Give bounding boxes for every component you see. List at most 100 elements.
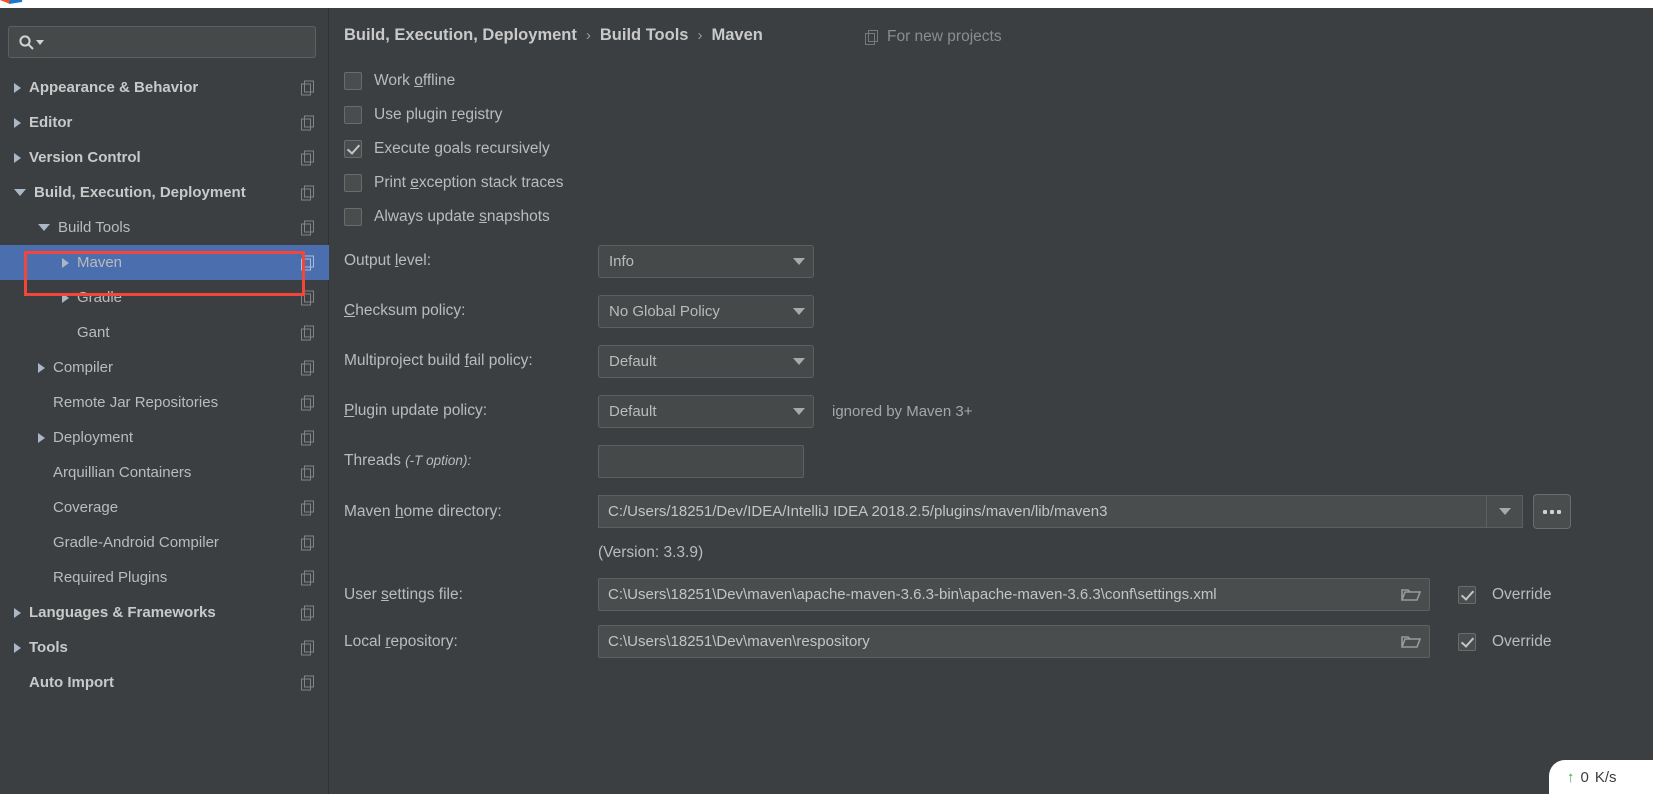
chevron-down-icon[interactable] xyxy=(793,357,805,365)
local-repository-override-wrap[interactable]: Override xyxy=(1458,632,1551,651)
multiproject-fail-policy-select[interactable]: Default xyxy=(598,344,814,378)
tree-spacer-icon xyxy=(38,507,45,508)
folder-icon[interactable] xyxy=(1401,634,1421,650)
print-exception-stack-traces-row[interactable]: Print exception stack traces xyxy=(344,166,564,200)
copy-settings-icon[interactable] xyxy=(301,465,315,480)
sidebar-item-required-plugins[interactable]: Required Plugins xyxy=(0,560,329,595)
work-offline-checkbox[interactable] xyxy=(344,72,362,90)
chevron-right-icon[interactable] xyxy=(14,152,21,163)
maven-home-directory-input[interactable]: C:/Users/18251/Dev/IDEA/IntelliJ IDEA 20… xyxy=(598,495,1486,528)
chevron-down-icon[interactable] xyxy=(793,407,805,415)
sidebar-item-label: Auto Import xyxy=(29,674,114,691)
sidebar-item-gant[interactable]: Gant xyxy=(0,315,329,350)
sidebar-item-build-tools[interactable]: Build Tools xyxy=(0,210,329,245)
copy-settings-icon[interactable] xyxy=(301,500,315,515)
sidebar-item-label: Gradle-Android Compiler xyxy=(53,534,219,551)
sidebar-item-tools[interactable]: Tools xyxy=(0,630,329,665)
network-speed-value: 0 xyxy=(1580,768,1589,786)
local-repository-label: Local repository: xyxy=(344,632,458,650)
user-settings-override-checkbox[interactable] xyxy=(1458,585,1476,604)
copy-settings-icon[interactable] xyxy=(301,115,315,130)
execute-goals-recursively-row[interactable]: Execute goals recursively xyxy=(344,132,564,166)
folder-icon[interactable] xyxy=(1401,587,1421,603)
copy-settings-icon[interactable] xyxy=(301,150,315,165)
chevron-right-icon[interactable] xyxy=(38,362,45,373)
chevron-down-icon[interactable] xyxy=(38,224,50,231)
sidebar-item-remote-jar-repositories[interactable]: Remote Jar Repositories xyxy=(0,385,329,420)
breadcrumb-item-build-execution-deployment[interactable]: Build, Execution, Deployment xyxy=(344,26,577,45)
checksum-policy-select[interactable]: No Global Policy xyxy=(598,294,814,328)
sidebar-item-languages-frameworks[interactable]: Languages & Frameworks xyxy=(0,595,329,630)
copy-settings-icon[interactable] xyxy=(301,80,315,95)
copy-settings-icon[interactable] xyxy=(301,220,315,235)
chevron-right-icon[interactable] xyxy=(14,82,21,93)
use-plugin-registry-checkbox[interactable] xyxy=(344,106,362,124)
copy-settings-icon[interactable] xyxy=(301,535,315,550)
copy-settings-icon[interactable] xyxy=(301,395,315,410)
sidebar-item-coverage[interactable]: Coverage xyxy=(0,490,329,525)
local-repository-input[interactable]: C:\Users\18251\Dev\maven\respository xyxy=(598,625,1430,658)
always-update-snapshots-row[interactable]: Always update snapshots xyxy=(344,200,564,234)
copy-settings-icon[interactable] xyxy=(301,570,315,585)
sidebar-item-label: Remote Jar Repositories xyxy=(53,394,219,411)
sidebar-item-build-execution-deployment[interactable]: Build, Execution, Deployment xyxy=(0,175,329,210)
sidebar-item-label: Appearance & Behavior xyxy=(29,79,199,96)
copy-settings-icon[interactable] xyxy=(301,325,315,340)
chevron-right-icon[interactable] xyxy=(62,257,69,268)
user-settings-file-input[interactable]: C:\Users\18251\Dev\maven\apache-maven-3.… xyxy=(598,578,1430,611)
chevron-right-icon[interactable] xyxy=(14,117,21,128)
copy-settings-icon[interactable] xyxy=(301,675,315,690)
copy-settings-icon[interactable] xyxy=(301,360,315,375)
plugin-update-policy-select[interactable]: Default xyxy=(598,394,814,428)
copy-settings-icon[interactable] xyxy=(301,255,315,270)
copy-settings-icon[interactable] xyxy=(301,290,315,305)
output-level-select[interactable]: Info xyxy=(598,244,814,278)
sidebar-item-gradle-android-compiler[interactable]: Gradle-Android Compiler xyxy=(0,525,329,560)
search-input[interactable] xyxy=(44,34,315,50)
sidebar-item-arquillian-containers[interactable]: Arquillian Containers xyxy=(0,455,329,490)
tree-spacer-icon xyxy=(14,682,21,683)
chevron-right-icon[interactable] xyxy=(62,292,69,303)
sidebar-item-label: Arquillian Containers xyxy=(53,464,192,481)
maven-home-directory-browse-button[interactable] xyxy=(1533,494,1571,529)
work-offline-row[interactable]: Work offline xyxy=(344,64,564,98)
sidebar-item-editor[interactable]: Editor xyxy=(0,105,329,140)
chevron-down-icon[interactable] xyxy=(14,189,26,196)
copy-settings-icon[interactable] xyxy=(301,430,315,445)
sidebar-item-compiler[interactable]: Compiler xyxy=(0,350,329,385)
copy-settings-icon[interactable] xyxy=(301,185,315,200)
sidebar-item-auto-import[interactable]: Auto Import xyxy=(0,665,329,700)
execute-goals-recursively-label: Execute goals recursively xyxy=(374,140,550,157)
sidebar-item-version-control[interactable]: Version Control xyxy=(0,140,329,175)
copy-settings-icon[interactable] xyxy=(301,605,315,620)
output-level-label: Output level: xyxy=(344,252,432,269)
print-exception-stack-traces-checkbox[interactable] xyxy=(344,174,362,192)
search-icon xyxy=(18,34,44,51)
app-logo-icon xyxy=(0,0,23,4)
chevron-right-icon[interactable] xyxy=(38,432,45,443)
local-repository-override-checkbox[interactable] xyxy=(1458,632,1476,651)
breadcrumb-item-build-tools[interactable]: Build Tools xyxy=(600,26,689,45)
sidebar-item-deployment[interactable]: Deployment xyxy=(0,420,329,455)
chevron-right-icon[interactable] xyxy=(14,642,21,653)
threads-input[interactable] xyxy=(598,444,804,478)
sidebar-item-label: Tools xyxy=(29,639,68,656)
copy-settings-icon[interactable] xyxy=(301,640,315,655)
sidebar-item-maven[interactable]: Maven xyxy=(0,245,329,280)
always-update-snapshots-checkbox[interactable] xyxy=(344,208,362,226)
maven-home-directory-dropdown-button[interactable] xyxy=(1486,495,1523,528)
sidebar-item-gradle[interactable]: Gradle xyxy=(0,280,329,315)
sidebar-item-appearance-behavior[interactable]: Appearance & Behavior xyxy=(0,70,329,105)
chevron-down-icon[interactable] xyxy=(793,257,805,265)
user-settings-override-wrap[interactable]: Override xyxy=(1458,585,1552,604)
user-settings-override-label: Override xyxy=(1492,585,1552,603)
chevron-right-icon[interactable] xyxy=(14,607,21,618)
maven-version-note-row: (Version: 3.3.9) xyxy=(344,535,1653,571)
execute-goals-recursively-checkbox[interactable] xyxy=(344,140,362,158)
plugin-update-policy-label: Plugin update policy: xyxy=(344,402,488,419)
use-plugin-registry-row[interactable]: Use plugin registry xyxy=(344,98,564,132)
user-settings-file-row: User settings file: C:\Users\18251\Dev\m… xyxy=(344,571,1653,618)
breadcrumb-item-maven[interactable]: Maven xyxy=(711,26,762,45)
chevron-down-icon[interactable] xyxy=(793,307,805,315)
search-box[interactable] xyxy=(8,26,316,58)
